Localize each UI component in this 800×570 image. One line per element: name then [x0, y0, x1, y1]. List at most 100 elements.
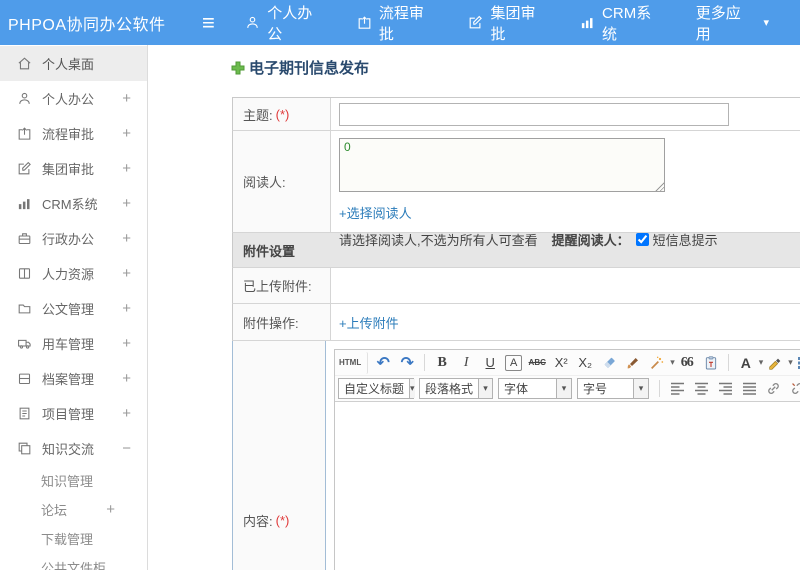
sidebar-item-document-management[interactable]: 公文管理 +: [0, 291, 147, 326]
person-icon: [245, 15, 260, 30]
sidebar-item-crm-system[interactable]: CRM系统 +: [0, 186, 147, 221]
undo-button[interactable]: ↶: [372, 352, 394, 374]
add-plus-icon: [231, 61, 245, 75]
expand-toggle[interactable]: +: [122, 125, 131, 142]
content-label: 内容: (*): [233, 341, 326, 570]
sidebar-item-knowledge-exchange[interactable]: 知识交流 −: [0, 431, 147, 466]
nav-label: 集团审批: [490, 4, 536, 43]
paste-plain-text-icon[interactable]: [700, 352, 722, 374]
caret-down-icon[interactable]: ▾: [670, 357, 675, 368]
sidebar-item-group-approval[interactable]: 集团审批 +: [0, 151, 147, 186]
remove-format-eraser-icon[interactable]: [598, 352, 620, 374]
choose-readers-link[interactable]: +选择阅读人: [339, 203, 412, 222]
readers-label: 阅读人:: [233, 131, 331, 232]
nav-workflow-approval[interactable]: 流程审批: [357, 2, 438, 44]
expand-toggle[interactable]: +: [122, 230, 131, 247]
redo-button[interactable]: ↷: [396, 352, 418, 374]
source-code-button[interactable]: HTML: [339, 351, 369, 374]
edit-icon: [17, 161, 32, 176]
nav-label: 更多应用: [695, 4, 741, 43]
blockquote-button[interactable]: 66: [676, 352, 698, 374]
caret-down-icon: ▾: [763, 17, 769, 29]
separator: [424, 354, 426, 371]
sidebar-item-workflow-approval[interactable]: 流程审批 +: [0, 116, 147, 151]
sidebar-subitem-forum[interactable]: 论坛 +: [0, 495, 147, 524]
person-icon: [17, 91, 32, 106]
sidebar-item-project-management[interactable]: 项目管理 +: [0, 396, 147, 431]
collapse-toggle[interactable]: −: [122, 440, 131, 457]
archive-icon: [17, 371, 32, 386]
sidebar-item-personal-office[interactable]: 个人办公 +: [0, 81, 147, 116]
underline-button[interactable]: U: [479, 352, 501, 374]
font-color-button[interactable]: A: [735, 352, 757, 374]
nav-group-approval[interactable]: 集团审批: [468, 2, 549, 44]
hamburger-menu-icon[interactable]: ≡: [194, 11, 224, 34]
label-text: 附件操作:: [243, 315, 299, 331]
sidebar-item-label: 个人办公: [42, 92, 95, 107]
expand-toggle[interactable]: +: [122, 265, 131, 282]
upload-attachment-link[interactable]: +上传附件: [339, 313, 399, 332]
custom-heading-select[interactable]: 自定义标题 ▾: [338, 378, 415, 399]
expand-toggle[interactable]: +: [122, 335, 131, 352]
paragraph-format-select[interactable]: 段落格式 ▾: [419, 378, 493, 399]
sidebar-item-label: 公文管理: [42, 302, 95, 317]
italic-button[interactable]: I: [455, 352, 477, 374]
nav-more-apps[interactable]: 更多应用 ▾: [696, 2, 769, 44]
workflow-icon: [357, 15, 372, 30]
sidebar-item-label: 行政办公: [42, 232, 95, 247]
editor-content-area[interactable]: [335, 402, 800, 570]
ordered-list-icon[interactable]: [794, 352, 800, 374]
readers-textarea[interactable]: 0: [339, 138, 665, 192]
expand-toggle[interactable]: +: [106, 501, 115, 518]
required-mark: (*): [275, 513, 290, 528]
folder-icon: [17, 301, 32, 316]
nav-personal-office[interactable]: 个人办公: [245, 2, 326, 44]
document-icon: [17, 406, 32, 421]
bold-button[interactable]: B: [431, 352, 453, 374]
align-left-icon[interactable]: [666, 378, 688, 400]
insert-link-icon[interactable]: [762, 378, 784, 400]
font-family-select[interactable]: 字体 ▾: [498, 378, 572, 399]
subject-input[interactable]: [339, 102, 729, 126]
section-title: 附件设置: [243, 243, 296, 259]
expand-toggle[interactable]: +: [122, 370, 131, 387]
font-size-select[interactable]: 字号 ▾: [577, 378, 649, 399]
expand-toggle[interactable]: +: [122, 300, 131, 317]
sidebar-item-vehicle-management[interactable]: 用车管理 +: [0, 326, 147, 361]
expand-toggle[interactable]: +: [122, 195, 131, 212]
required-mark: (*): [275, 106, 290, 122]
align-right-icon[interactable]: [714, 378, 736, 400]
sidebar-subitem-public-file-cabinet[interactable]: 公共文件柜: [0, 553, 147, 570]
expand-toggle[interactable]: +: [122, 160, 131, 177]
sidebar-subitem-knowledge-management[interactable]: 知识管理: [0, 466, 147, 495]
caret-down-icon[interactable]: ▾: [759, 357, 764, 368]
sms-notify-checkbox[interactable]: [635, 233, 649, 246]
editor-toolbar-row1: HTML ↶ ↷ B I U A ABC X² X₂ ▾ 66 A ▾ ▾: [335, 350, 800, 376]
readers-cell: 0 +选择阅读人 请选择阅读人,不选为所有人可查看 提醒阅读人： 短信息提示: [331, 131, 800, 248]
format-brush-icon[interactable]: [622, 352, 644, 374]
auto-format-wand-icon[interactable]: [646, 352, 668, 374]
publish-form: 主题: (*) 阅读人: 0 +选择阅读人 请选择阅读人,不选为所有人可查看 提…: [232, 97, 800, 570]
sidebar-subitem-label: 知识管理: [41, 474, 94, 489]
nav-label: 流程审批: [378, 4, 424, 43]
sidebar-item-admin-office[interactable]: 行政办公 +: [0, 221, 147, 256]
sidebar-item-archive-management[interactable]: 档案管理 +: [0, 361, 147, 396]
caret-down-icon[interactable]: ▾: [788, 357, 793, 368]
highlight-pen-icon[interactable]: [764, 352, 786, 374]
superscript-button[interactable]: X²: [550, 352, 572, 374]
nav-crm-system[interactable]: CRM系统: [580, 2, 665, 44]
remove-link-icon[interactable]: [786, 378, 800, 400]
font-style-button[interactable]: A: [505, 354, 523, 371]
subscript-button[interactable]: X₂: [574, 352, 596, 374]
sidebar-subitem-label: 下载管理: [41, 532, 94, 547]
align-center-icon[interactable]: [690, 378, 712, 400]
sidebar-subitem-download-management[interactable]: 下载管理: [0, 524, 147, 553]
align-justify-icon[interactable]: [738, 378, 760, 400]
sidebar-item-human-resources[interactable]: 人力资源 +: [0, 256, 147, 291]
briefcase-icon: [17, 231, 32, 246]
expand-toggle[interactable]: +: [122, 90, 131, 107]
caret-down-icon: ▾: [478, 379, 492, 398]
expand-toggle[interactable]: +: [122, 405, 131, 422]
strikethrough-button[interactable]: ABC: [526, 352, 548, 374]
sidebar-item-personal-desktop[interactable]: 个人桌面: [0, 46, 147, 81]
